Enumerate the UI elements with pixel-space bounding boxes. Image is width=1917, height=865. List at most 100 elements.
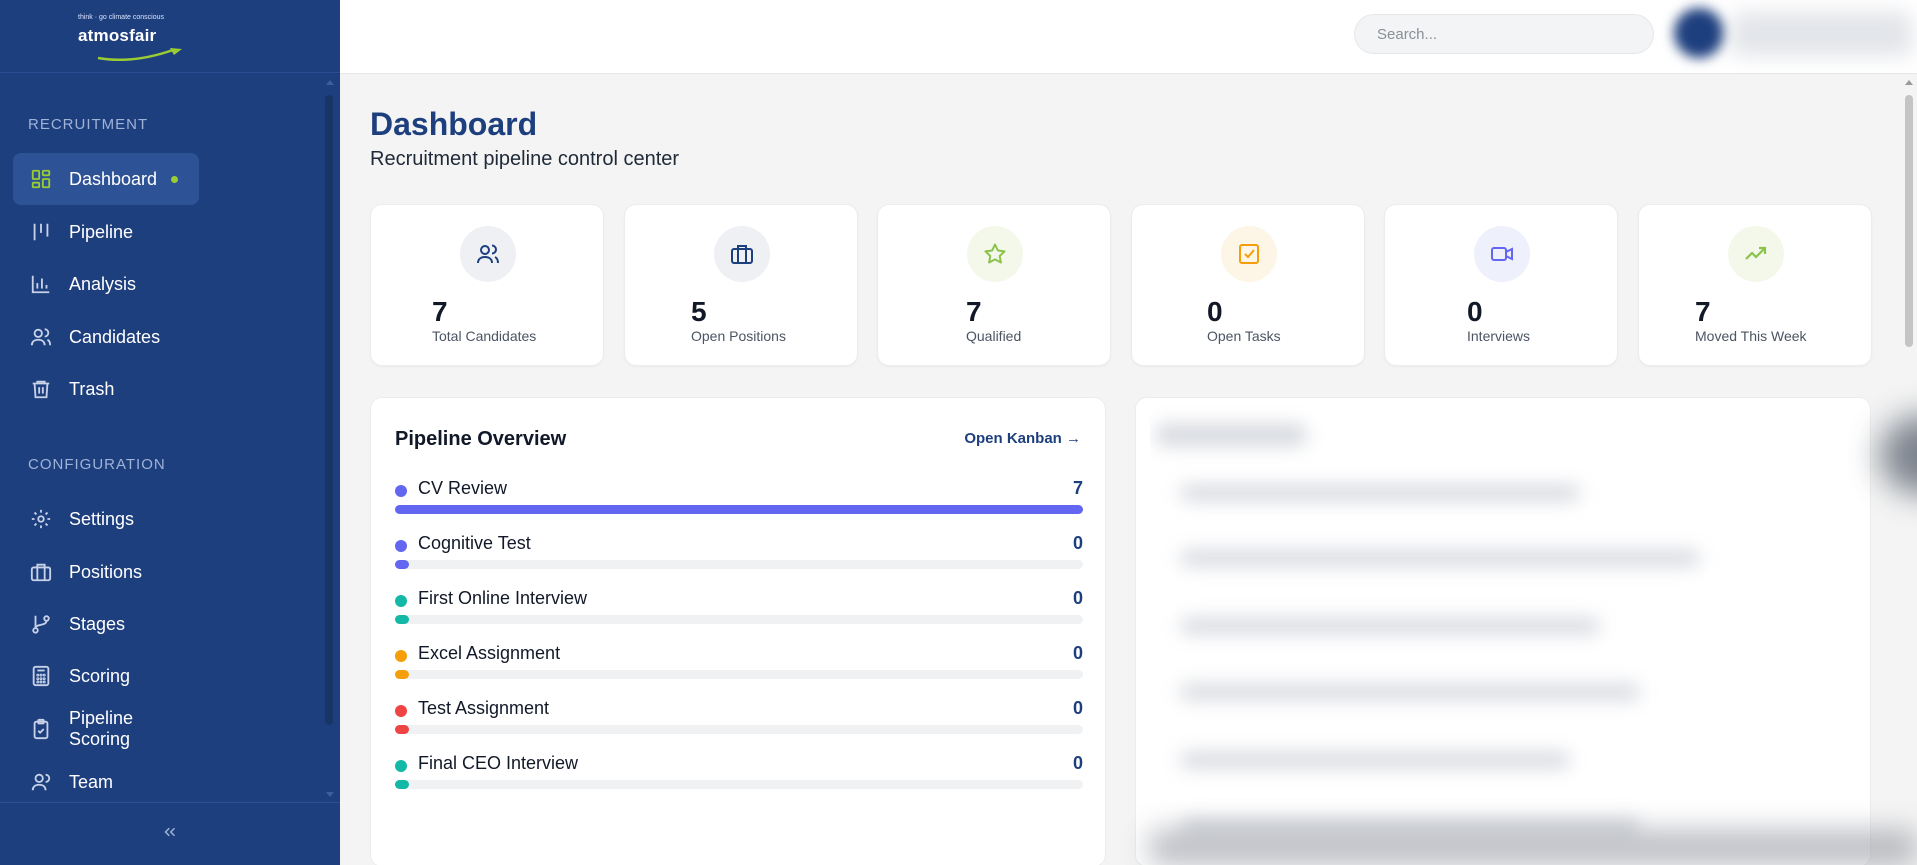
nav-label-trash: Trash [69,378,115,399]
pipeline-stage-row[interactable]: Final CEO Interview 0 [395,753,1083,793]
card-title: Pipeline Overview [395,428,567,450]
stat-card-interviews[interactable]: 0 Interviews [1384,204,1618,366]
page-subtitle: Recruitment pipeline control center [370,148,680,170]
gear-icon [29,507,53,531]
logo-swoosh-icon [97,48,182,62]
stage-color-dot [395,595,407,607]
stage-count: 0 [1072,588,1083,608]
active-indicator-dot [171,175,179,183]
stage-progress-fill [395,725,409,734]
stage-count: 7 [1072,478,1083,498]
section-title-configuration: CONFIGURATION [28,456,166,473]
nav-label-stages: Stages [69,613,126,634]
nav-item-pipeline[interactable]: Pipeline [13,206,199,258]
stage-progress-fill [395,615,409,624]
stage-color-dot [395,540,407,552]
git-branch-icon [29,612,53,636]
avatar[interactable] [1674,8,1724,58]
nav-item-team[interactable]: Team [13,756,199,808]
nav-label-pipeline: Pipeline [69,221,134,242]
pipeline-stage-row[interactable]: Cognitive Test 0 [395,533,1083,573]
stage-name: First Online Interview [418,588,588,608]
open-kanban-link[interactable]: Open Kanban → [964,430,1081,447]
stage-color-dot [395,760,407,772]
pipeline-icon [29,220,53,244]
nav-item-scoring[interactable]: Scoring [13,650,199,702]
logo-tagline: think · go climate conscious [78,14,164,21]
stat-card-moved-this-week[interactable]: 7 Moved This Week [1638,204,1872,366]
user-menu[interactable] [1732,12,1912,56]
stat-card-open-positions[interactable]: 5 Open Positions [624,204,858,366]
stage-progress-track [395,780,1083,789]
stage-name: Cognitive Test [418,533,531,553]
stat-label: Moved This Week [1695,328,1807,344]
stage-count: 0 [1072,643,1083,663]
nav-label-analysis: Analysis [69,273,137,294]
stage-progress-fill [395,505,1083,514]
calculator-icon [29,664,53,688]
page-title: Dashboard [370,106,538,142]
nav-item-positions[interactable]: Positions [13,546,199,598]
nav-label-candidates: Candidates [69,326,161,347]
stat-label: Total Candidates [432,328,537,344]
nav-item-analysis[interactable]: Analysis [13,258,199,310]
pipeline-stage-row[interactable]: Excel Assignment 0 [395,643,1083,683]
stage-name: CV Review [418,478,508,498]
users-icon [460,226,516,282]
main-scroll-up-arrow[interactable] [1905,80,1913,85]
stage-color-dot [395,650,407,662]
nav-item-trash[interactable]: Trash [13,363,199,415]
stage-progress-fill [395,780,409,789]
stage-name: Final CEO Interview [418,753,579,773]
stage-color-dot [395,705,407,717]
stat-card-open-tasks[interactable]: 0 Open Tasks [1131,204,1365,366]
users-icon [29,325,53,349]
stage-progress-track [395,615,1083,624]
briefcase-icon [714,226,770,282]
user-icon [29,770,53,794]
stat-value: 7 [432,296,448,327]
nav-item-dashboard[interactable]: Dashboard [13,153,199,205]
stage-color-dot [395,485,407,497]
pipeline-stage-row[interactable]: First Online Interview 0 [395,588,1083,628]
stage-progress-track [395,725,1083,734]
trash-icon [29,377,53,401]
nav-item-candidates[interactable]: Candidates [13,311,199,363]
stage-count: 0 [1072,698,1083,718]
stat-label: Qualified [966,328,1022,344]
nav-label-team: Team [69,771,114,792]
nav-item-settings[interactable]: Settings [13,493,199,545]
sidebar-scroll-up-arrow[interactable] [326,80,334,85]
trending-up-icon [1728,226,1784,282]
stat-value: 0 [1207,296,1223,327]
section-title-recruitment: RECRUITMENT [28,116,149,133]
pipeline-stage-row[interactable]: CV Review 7 [395,478,1083,518]
bar-chart-icon [29,272,53,296]
search-input[interactable] [1354,14,1654,54]
main-scrollbar[interactable] [1905,95,1913,347]
nav-item-pipeline-scoring[interactable]: Pipeline Scoring [13,703,199,755]
stat-label: Open Positions [691,328,786,344]
stage-name: Test Assignment [418,698,550,718]
clipboard-check-icon [29,717,53,741]
stat-value: 5 [691,296,707,327]
blurred-content [1150,400,1917,865]
sidebar-collapse-button[interactable] [0,802,340,865]
stat-value: 7 [1695,296,1711,327]
stage-progress-track [395,560,1083,569]
pipeline-stage-row[interactable]: Test Assignment 0 [395,698,1083,738]
sidebar-scroll-down-arrow[interactable] [326,792,334,797]
nav-label-settings: Settings [69,508,135,529]
checkbox-icon [1221,226,1277,282]
blurred-footer [1150,830,1917,865]
nav-label-positions: Positions [69,561,143,582]
stage-progress-track [395,505,1083,514]
stat-card-total-candidates[interactable]: 7 Total Candidates [370,204,604,366]
stat-card-qualified[interactable]: 7 Qualified [877,204,1111,366]
logo-wordmark: atmosfair [78,26,157,45]
nav-item-stages[interactable]: Stages [13,598,199,650]
video-icon [1474,226,1530,282]
sidebar-scrollbar[interactable] [325,95,333,725]
atmosfair-logo[interactable]: think · go climate conscious atmosfair [70,12,210,62]
stage-count: 0 [1072,533,1083,553]
